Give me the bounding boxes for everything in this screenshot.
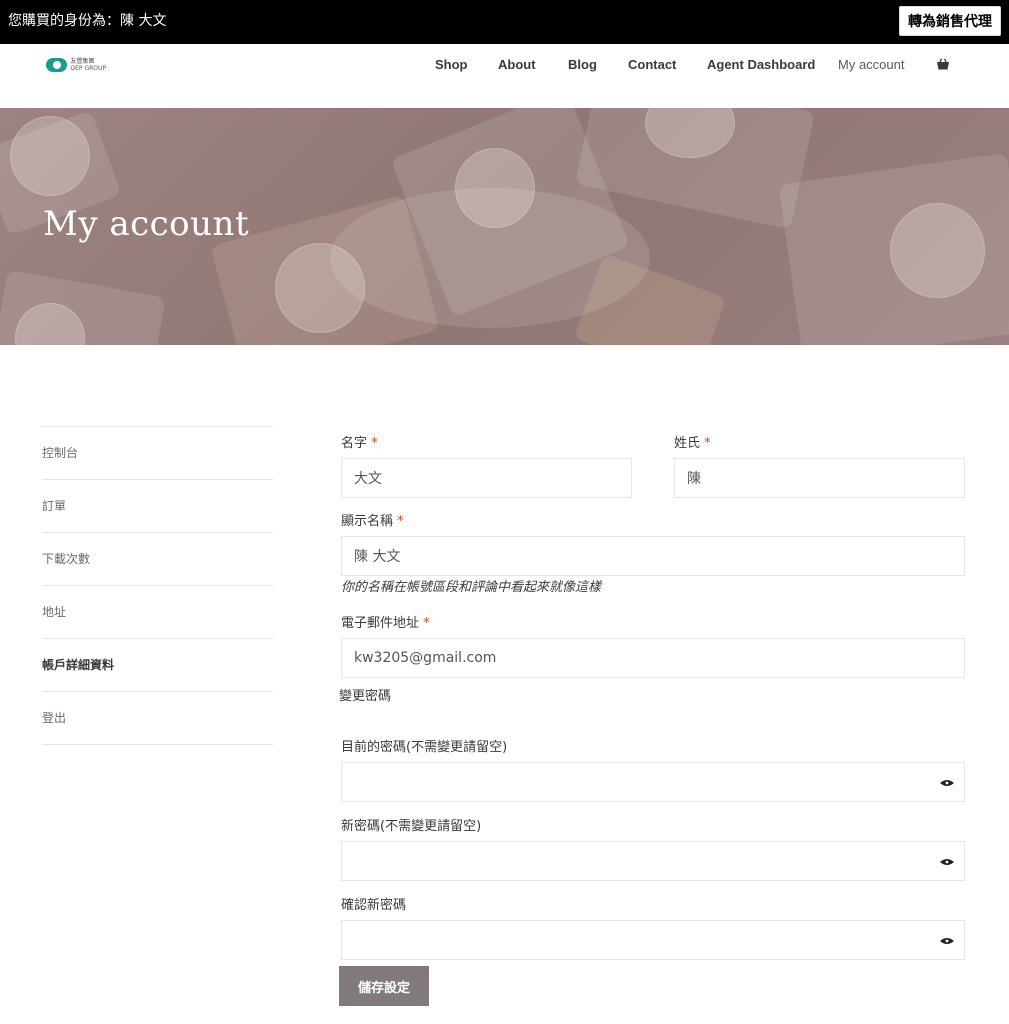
email-input[interactable] [341,638,965,678]
show-password-icon[interactable] [940,937,954,945]
new-password-input[interactable] [341,841,965,881]
current-password-input[interactable] [341,762,965,802]
account-nav-orders[interactable]: 訂單 [42,480,273,533]
confirm-password-input[interactable] [341,920,965,960]
account-nav-downloads[interactable]: 下載次數 [42,533,273,586]
account-nav-dashboard[interactable]: 控制台 [42,427,273,480]
page-hero: My account [0,108,1009,345]
account-nav-account-details[interactable]: 帳戶詳細資料 [42,639,273,692]
display-name-hint: 你的名稱在帳號區段和評論中看起來就像這樣 [341,580,602,595]
nav-contact[interactable]: Contact [628,56,676,74]
show-password-icon[interactable] [940,858,954,866]
nav-about[interactable]: About [498,56,536,74]
account-nav: 控制台 訂單 下載次數 地址 帳戶詳細資料 登出 [42,426,273,745]
first-name-input[interactable] [341,458,632,498]
display-name-label: 顯示名稱 * [341,514,404,529]
switch-to-agent-button[interactable]: 轉為銷售代理 [899,6,1001,36]
nav-blog[interactable]: Blog [568,56,597,74]
email-label: 電子郵件地址 * [341,616,430,631]
show-password-icon[interactable] [940,779,954,787]
role-bar: 您購買的身份為：陳 大文 轉為銷售代理 [0,0,1009,44]
current-password-label: 目前的密碼(不需變更請留空) [341,740,508,755]
first-name-label: 名字 * [341,436,378,451]
required-mark: * [371,436,378,451]
last-name-label: 姓氏 * [674,436,711,451]
page-title: My account [43,204,250,244]
account-nav-addresses[interactable]: 地址 [42,586,273,639]
save-changes-button[interactable]: 儲存設定 [339,966,429,1006]
site-header: 友豐集團 OEP GROUP Shop About Blog Contact A… [0,44,1009,108]
new-password-label: 新密碼(不需變更請留空) [341,819,482,834]
nav-shop[interactable]: Shop [435,56,468,74]
required-mark: * [423,616,430,631]
role-status: 您購買的身份為：陳 大文 [8,13,167,29]
required-mark: * [397,514,404,529]
shopping-bag-icon[interactable] [936,58,950,70]
nav-my-account[interactable]: My account [838,56,904,74]
main-nav: Shop About Blog Contact Agent Dashboard … [0,56,1009,76]
nav-agent-dashboard[interactable]: Agent Dashboard [707,56,815,74]
last-name-input[interactable] [674,458,965,498]
confirm-password-label: 確認新密碼 [341,898,407,913]
display-name-input[interactable] [341,536,965,576]
required-mark: * [704,436,711,451]
password-section-title: 變更密碼 [339,689,392,704]
account-nav-logout[interactable]: 登出 [42,692,273,745]
